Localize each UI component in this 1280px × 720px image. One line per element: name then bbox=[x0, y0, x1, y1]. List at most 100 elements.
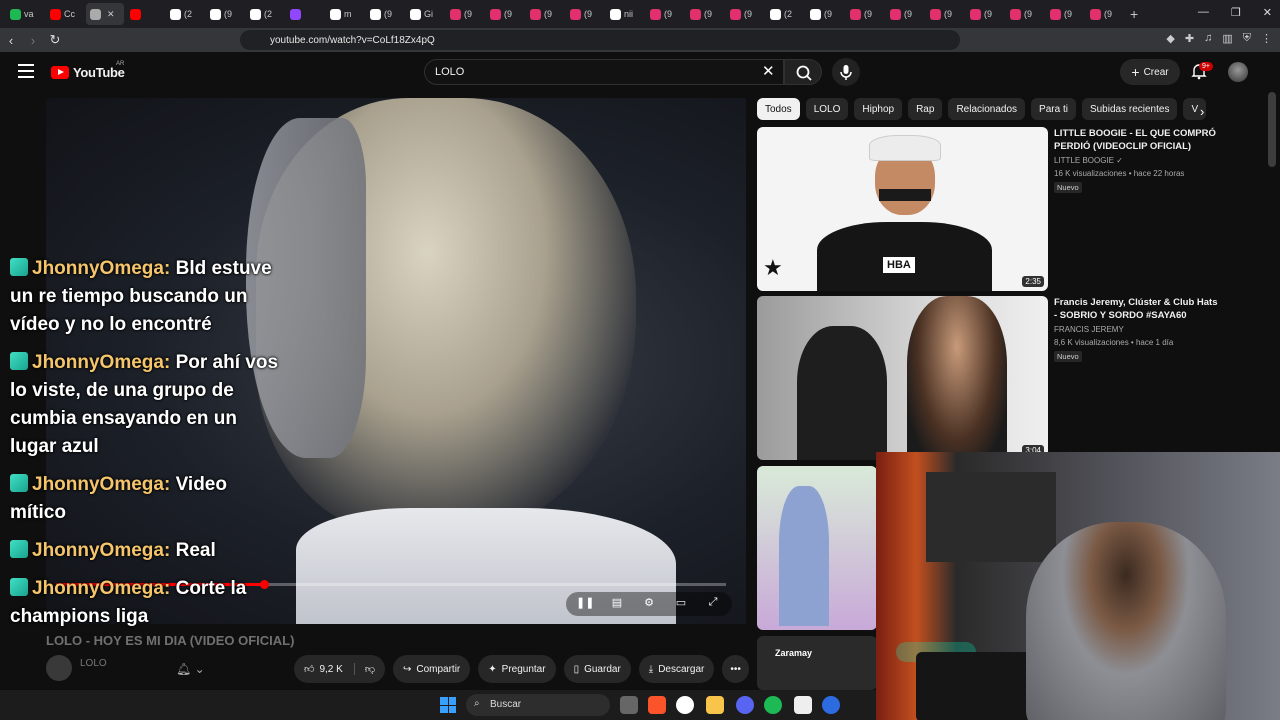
browser-tab[interactable]: (9 bbox=[646, 3, 684, 25]
filter-chip[interactable]: Subidas recientes bbox=[1081, 98, 1178, 120]
create-button[interactable]: + Crear bbox=[1120, 59, 1180, 85]
filter-chip[interactable]: Hiphop bbox=[854, 98, 903, 120]
windows-start-icon[interactable] bbox=[440, 697, 456, 713]
tab-favicon-icon bbox=[210, 8, 221, 20]
github-icon[interactable] bbox=[676, 696, 694, 714]
recommendation-thumbnail[interactable]: 3:04 bbox=[757, 296, 1048, 460]
search-input[interactable]: LOLO bbox=[424, 59, 784, 85]
close-window-icon[interactable]: ✕ bbox=[1263, 6, 1272, 19]
browser-tab[interactable]: (9 bbox=[806, 3, 844, 25]
browser-tab[interactable]: (9 bbox=[966, 3, 1004, 25]
hamburger-menu-icon[interactable] bbox=[18, 64, 34, 78]
browser-tab[interactable]: (2 bbox=[766, 3, 804, 25]
browser-tab[interactable]: ✕ bbox=[86, 3, 124, 25]
fullscreen-icon[interactable]: ⤢ bbox=[704, 596, 722, 612]
user-avatar[interactable] bbox=[1228, 62, 1248, 82]
browser-tab[interactable]: (9 bbox=[366, 3, 404, 25]
browser-tab[interactable]: (9 bbox=[926, 3, 964, 25]
new-badge: Nuevo bbox=[1054, 351, 1082, 362]
channel-avatar[interactable] bbox=[46, 655, 72, 681]
chevron-right-icon[interactable]: › bbox=[1200, 104, 1204, 119]
discord-icon[interactable] bbox=[736, 696, 754, 714]
recommendation-title[interactable]: Francis Jeremy, Clúster & Club Hats - SO… bbox=[1054, 296, 1219, 322]
share-button[interactable]: ↪ Compartir bbox=[392, 655, 471, 683]
browser-tab[interactable]: (9 bbox=[526, 3, 564, 25]
browser-tab[interactable]: (9 bbox=[846, 3, 884, 25]
maximize-icon[interactable]: ❐ bbox=[1231, 6, 1241, 19]
forward-icon[interactable]: › bbox=[22, 33, 44, 48]
music-icon[interactable]: ♫ bbox=[1204, 32, 1212, 45]
filter-chip[interactable]: Todos bbox=[757, 98, 800, 120]
browser-tab[interactable] bbox=[286, 3, 324, 25]
taskbar-search[interactable]: ⌕ Buscar bbox=[466, 694, 610, 716]
browser-tab[interactable]: (9 bbox=[566, 3, 604, 25]
recommendation-thumbnail[interactable]: Zaramay bbox=[757, 636, 877, 690]
filter-chip[interactable]: Relacionados bbox=[948, 98, 1026, 120]
tab-label: (9 bbox=[224, 9, 233, 19]
subtitles-icon[interactable]: ▤ bbox=[608, 596, 626, 612]
browser-tab[interactable]: (9 bbox=[1006, 3, 1044, 25]
browser-tab[interactable]: (9 bbox=[886, 3, 924, 25]
browser-tab[interactable]: Gi bbox=[406, 3, 444, 25]
like-button[interactable]: 👍︎ 9,2 K 👎︎ bbox=[294, 655, 385, 683]
thumbs-down-icon[interactable]: 👎︎ bbox=[353, 663, 375, 675]
url-bar[interactable]: youtube.com/watch?v=CoLf18Zx4pQ bbox=[240, 30, 960, 50]
settings-gear-icon[interactable]: ⚙ bbox=[640, 596, 658, 612]
recommendation-thumbnail[interactable]: HBA ★ 2:35 bbox=[757, 127, 1048, 291]
save-button[interactable]: ▯ Guardar bbox=[563, 655, 631, 683]
extensions-toolbar: ◆ ✚ ♫ ▥ ⛨ ⋮ bbox=[1166, 32, 1272, 45]
voice-search-button[interactable] bbox=[832, 58, 860, 86]
filter-chips: Todos LOLO Hiphop Rap Relacionados Para ti Sub… bbox=[757, 98, 1222, 120]
recommendation-item[interactable]: 3:04 Francis Jeremy, Clúster & Club Hats… bbox=[757, 296, 1219, 461]
extension-icon[interactable]: ◆ bbox=[1166, 32, 1174, 45]
file-explorer-icon[interactable] bbox=[706, 696, 724, 714]
menu-dots-icon[interactable]: ⋮ bbox=[1261, 32, 1272, 45]
theater-mode-icon[interactable]: ▭ bbox=[672, 596, 690, 612]
recommendation-item[interactable]: HBA ★ 2:35 LITTLE BOOGIE - EL QUE COMPRÓ… bbox=[757, 127, 1217, 292]
app-icon[interactable] bbox=[794, 696, 812, 714]
recommendation-title[interactable]: LITTLE BOOGIE - EL QUE COMPRÓ PERDIÓ (VI… bbox=[1054, 127, 1219, 153]
reload-icon[interactable]: ↻ bbox=[44, 32, 66, 48]
browser-tab[interactable]: (9 bbox=[486, 3, 524, 25]
ccleaner-icon[interactable] bbox=[822, 696, 840, 714]
browser-tab[interactable]: va bbox=[6, 3, 44, 25]
browser-tab[interactable]: Cc bbox=[46, 3, 84, 25]
browser-tab[interactable]: m bbox=[326, 3, 364, 25]
browser-tab[interactable] bbox=[126, 3, 164, 25]
filter-chip[interactable]: LOLO bbox=[805, 98, 849, 120]
minimize-icon[interactable]: — bbox=[1198, 6, 1209, 19]
back-icon[interactable]: ‹ bbox=[0, 33, 22, 48]
recommendation-channel[interactable]: FRANCIS JEREMY bbox=[1054, 325, 1124, 334]
more-actions-button[interactable]: ••• bbox=[722, 655, 749, 683]
browser-tab[interactable]: (9 bbox=[726, 3, 764, 25]
browser-tab[interactable]: nii bbox=[606, 3, 644, 25]
download-button[interactable]: ⤓ Descargar bbox=[638, 655, 715, 683]
pause-icon[interactable]: ❚❚ bbox=[576, 596, 594, 612]
brave-browser-icon[interactable] bbox=[648, 696, 666, 714]
shield-icon[interactable]: ⛨ bbox=[1243, 32, 1251, 45]
filter-chip[interactable]: Rap bbox=[908, 98, 943, 120]
clear-search-icon[interactable]: ✕ bbox=[762, 62, 775, 80]
browser-tab[interactable]: (2 bbox=[246, 3, 284, 25]
browser-tab[interactable]: (9 bbox=[206, 3, 244, 25]
browser-tab[interactable]: (9 bbox=[686, 3, 724, 25]
ask-button[interactable]: ✦ Preguntar bbox=[478, 655, 556, 683]
new-tab-button[interactable]: + bbox=[1126, 3, 1164, 25]
filter-chip[interactable]: Para ti bbox=[1031, 98, 1076, 120]
page-scrollbar[interactable] bbox=[1268, 92, 1276, 167]
search-button[interactable] bbox=[784, 59, 822, 85]
browser-tab[interactable]: (9 bbox=[1086, 3, 1124, 25]
spotify-icon[interactable] bbox=[764, 696, 782, 714]
close-tab-icon[interactable]: ✕ bbox=[107, 9, 115, 20]
subscription-bell-icon[interactable]: 🔔︎ ⌄ bbox=[176, 662, 205, 676]
browser-tab[interactable]: (9 bbox=[1046, 3, 1084, 25]
sidebar-icon[interactable]: ▥ bbox=[1222, 32, 1232, 45]
recommendation-thumbnail[interactable] bbox=[757, 466, 877, 630]
channel-name[interactable]: LOLO bbox=[80, 658, 107, 669]
browser-tab[interactable]: (2 bbox=[166, 3, 204, 25]
youtube-logo[interactable]: YouTube bbox=[51, 65, 125, 80]
task-view-icon[interactable] bbox=[620, 696, 638, 714]
recommendation-channel[interactable]: LITTLE BOOGIE ✓ bbox=[1054, 156, 1123, 165]
browser-tab[interactable]: (9 bbox=[446, 3, 484, 25]
puzzle-icon[interactable]: ✚ bbox=[1185, 32, 1194, 45]
